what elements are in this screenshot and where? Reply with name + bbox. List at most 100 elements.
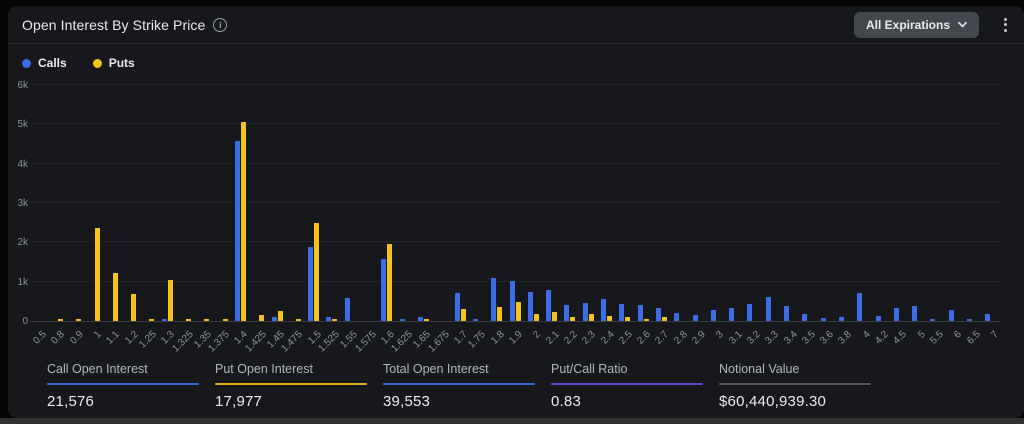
chart-legend: Calls Puts bbox=[22, 56, 135, 70]
bar-calls-2.5[interactable] bbox=[619, 304, 624, 321]
bar-puts-1.4[interactable] bbox=[241, 122, 246, 321]
bar-puts-0.9[interactable] bbox=[76, 319, 81, 321]
bar-puts-2.3[interactable] bbox=[589, 314, 594, 321]
bar-calls-2.3[interactable] bbox=[583, 303, 588, 321]
bar-calls-4.5[interactable] bbox=[894, 308, 899, 321]
bar-puts-2.2[interactable] bbox=[570, 317, 575, 321]
gridline bbox=[30, 202, 1000, 203]
bar-calls-2.2[interactable] bbox=[564, 305, 569, 321]
stat-accent-rule bbox=[383, 383, 535, 385]
bar-calls-3.2[interactable] bbox=[747, 304, 752, 321]
bar-calls-2.8[interactable] bbox=[674, 313, 679, 321]
bar-calls-3[interactable] bbox=[711, 310, 716, 321]
bar-puts-2.6[interactable] bbox=[644, 319, 649, 321]
gridline bbox=[30, 84, 1000, 85]
bar-puts-1.2[interactable] bbox=[131, 294, 136, 321]
bar-puts-1.45[interactable] bbox=[278, 311, 283, 321]
bar-calls-6.5[interactable] bbox=[967, 319, 972, 321]
bar-puts-0.8[interactable] bbox=[58, 319, 63, 321]
bar-puts-2.1[interactable] bbox=[552, 312, 557, 321]
y-axis-tick-label: 0 bbox=[8, 316, 28, 327]
legend-item-calls[interactable]: Calls bbox=[22, 56, 67, 70]
bar-calls-7[interactable] bbox=[985, 314, 990, 321]
chevron-down-icon bbox=[958, 20, 967, 29]
bar-puts-1.8[interactable] bbox=[497, 307, 502, 321]
bar-calls-5[interactable] bbox=[912, 306, 917, 321]
bar-calls-1.75[interactable] bbox=[473, 319, 478, 321]
bar-calls-1.45[interactable] bbox=[272, 317, 277, 321]
stat-accent-rule bbox=[551, 383, 703, 385]
bar-puts-1.9[interactable] bbox=[516, 302, 521, 321]
bar-calls-1.4[interactable] bbox=[235, 141, 240, 321]
stat-card-put-call-ratio: Put/Call Ratio0.83 bbox=[551, 362, 719, 410]
bar-puts-1.6[interactable] bbox=[387, 244, 392, 321]
bar-calls-3.4[interactable] bbox=[784, 306, 789, 321]
bar-calls-1.8[interactable] bbox=[491, 278, 496, 321]
bar-puts-1[interactable] bbox=[95, 228, 100, 321]
bar-calls-2[interactable] bbox=[528, 292, 533, 321]
bar-puts-2.5[interactable] bbox=[625, 317, 630, 321]
bar-puts-1.375[interactable] bbox=[223, 319, 228, 321]
bar-puts-1.475[interactable] bbox=[296, 319, 301, 321]
bar-calls-1.6[interactable] bbox=[381, 259, 386, 321]
page-title: Open Interest By Strike Price bbox=[22, 17, 205, 33]
stat-accent-rule bbox=[215, 383, 367, 385]
bar-puts-2[interactable] bbox=[534, 314, 539, 321]
more-options-menu-icon[interactable] bbox=[1001, 15, 1010, 35]
gridline bbox=[30, 163, 1000, 164]
bar-calls-2.9[interactable] bbox=[693, 315, 698, 321]
bar-calls-3.3[interactable] bbox=[766, 297, 771, 321]
y-axis-tick-label: 5k bbox=[8, 119, 28, 130]
bar-calls-3.5[interactable] bbox=[802, 314, 807, 321]
bar-puts-2.4[interactable] bbox=[607, 316, 612, 321]
bar-calls-2.6[interactable] bbox=[638, 305, 643, 321]
y-axis-tick-label: 6k bbox=[8, 80, 28, 91]
y-axis-tick-label: 4k bbox=[8, 159, 28, 170]
bar-calls-3.6[interactable] bbox=[821, 318, 826, 321]
y-axis-tick-label: 2k bbox=[8, 237, 28, 248]
bar-puts-1.35[interactable] bbox=[204, 319, 209, 321]
bar-puts-1.25[interactable] bbox=[149, 319, 154, 321]
page-background-strip bbox=[0, 418, 1024, 424]
bar-puts-1.3[interactable] bbox=[168, 280, 173, 321]
bar-calls-1.625[interactable] bbox=[400, 319, 405, 321]
bar-puts-1.425[interactable] bbox=[259, 315, 264, 321]
bar-calls-2.1[interactable] bbox=[546, 290, 551, 321]
stat-card-call-open-interest: Call Open Interest21,576 bbox=[47, 362, 215, 410]
y-axis-tick-label: 3k bbox=[8, 198, 28, 209]
bar-calls-1.3[interactable] bbox=[162, 319, 167, 321]
bar-chart-plot-area bbox=[30, 86, 1000, 322]
bar-calls-1.525[interactable] bbox=[326, 317, 331, 321]
bar-puts-2.7[interactable] bbox=[662, 317, 667, 321]
bar-calls-2.7[interactable] bbox=[656, 308, 661, 321]
gridline bbox=[30, 123, 1000, 124]
bar-calls-1.5[interactable] bbox=[308, 247, 313, 321]
stats-row: Call Open Interest21,576Put Open Interes… bbox=[47, 362, 1024, 410]
bar-calls-5.5[interactable] bbox=[930, 319, 935, 321]
stat-label: Total Open Interest bbox=[383, 362, 551, 383]
bar-calls-4[interactable] bbox=[857, 293, 862, 321]
bar-calls-6[interactable] bbox=[949, 310, 954, 321]
bar-calls-1.55[interactable] bbox=[345, 298, 350, 321]
bar-calls-1.9[interactable] bbox=[510, 281, 515, 321]
bar-calls-3.1[interactable] bbox=[729, 308, 734, 321]
bar-puts-1.7[interactable] bbox=[461, 309, 466, 321]
info-icon[interactable]: i bbox=[213, 18, 227, 32]
legend-item-puts[interactable]: Puts bbox=[93, 56, 135, 70]
bar-puts-1.1[interactable] bbox=[113, 273, 118, 321]
bar-puts-1.325[interactable] bbox=[186, 319, 191, 321]
bar-calls-4.2[interactable] bbox=[876, 316, 881, 321]
expirations-dropdown-button[interactable]: All Expirations bbox=[854, 12, 979, 38]
page: Open Interest By Strike Price i All Expi… bbox=[0, 0, 1024, 424]
bar-calls-3.8[interactable] bbox=[839, 317, 844, 321]
bar-calls-1.7[interactable] bbox=[455, 293, 460, 321]
stat-accent-rule bbox=[719, 383, 871, 385]
bar-puts-1.5[interactable] bbox=[314, 223, 319, 321]
bar-calls-2.4[interactable] bbox=[601, 299, 606, 321]
bar-puts-1.65[interactable] bbox=[424, 319, 429, 321]
bar-calls-1.65[interactable] bbox=[418, 317, 423, 321]
stat-value: 17,977 bbox=[215, 393, 383, 410]
legend-label: Calls bbox=[38, 56, 67, 70]
stat-value: $60,440,939.30 bbox=[719, 393, 887, 410]
bar-puts-1.525[interactable] bbox=[332, 319, 337, 321]
